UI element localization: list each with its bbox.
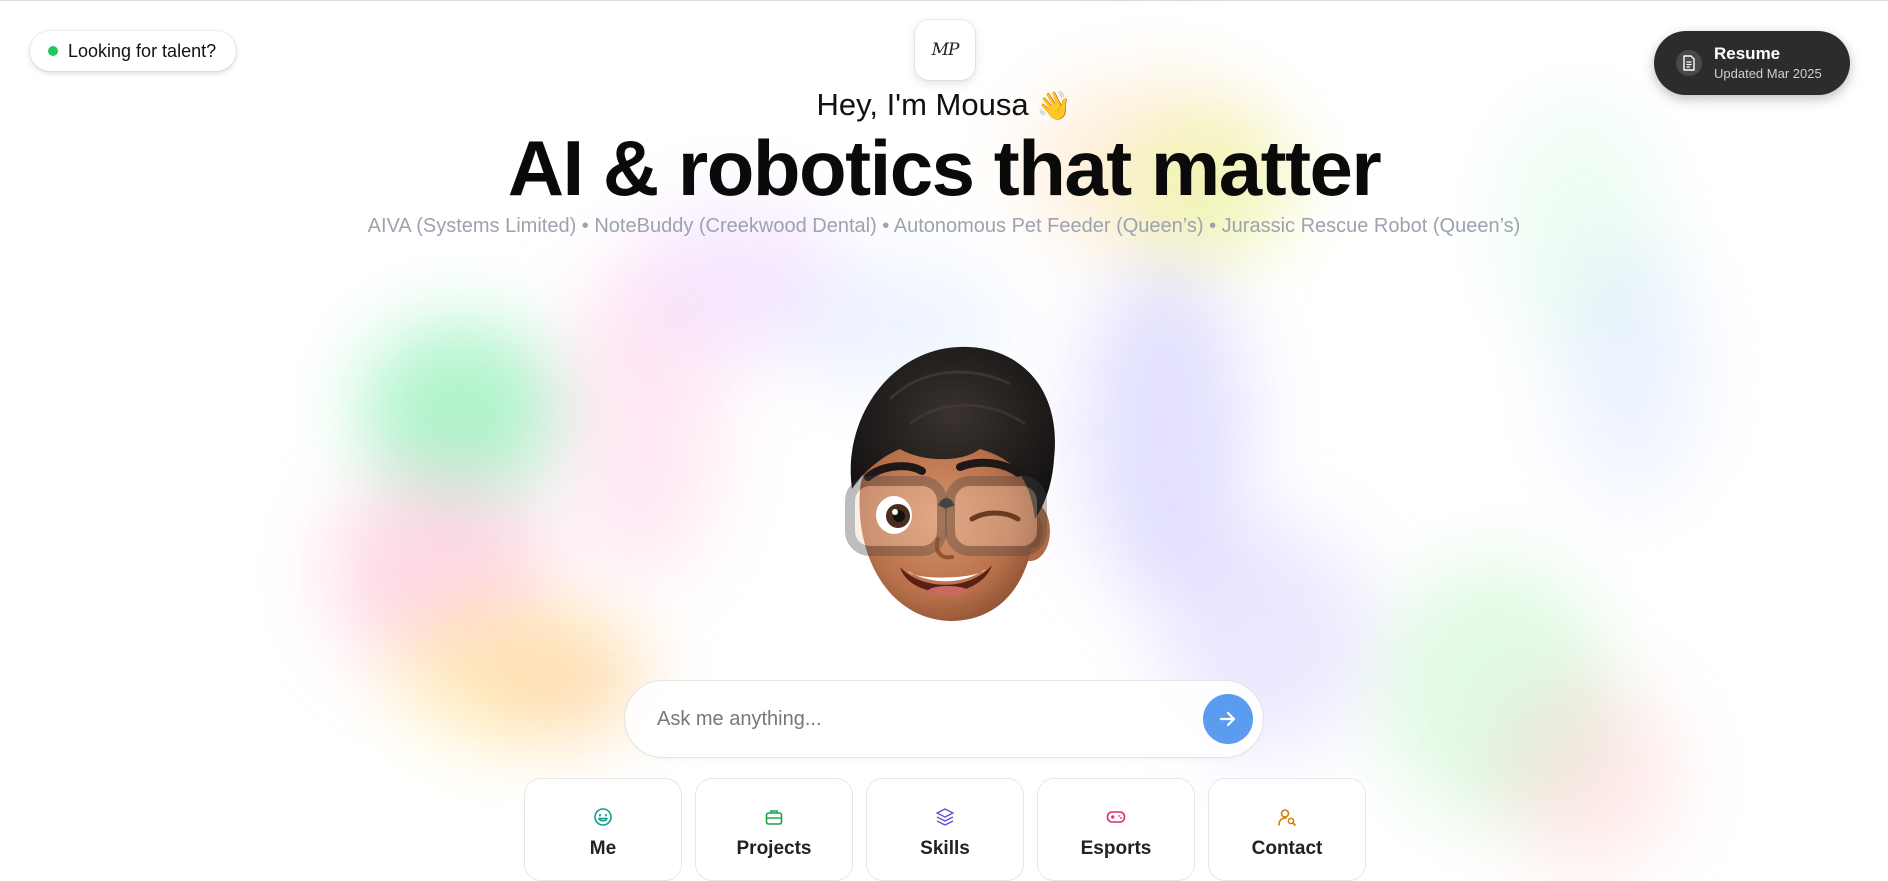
layers-icon xyxy=(934,806,956,828)
greeting: Hey, I'm Mousa 👋 xyxy=(0,87,1888,123)
logo[interactable]: MP xyxy=(915,20,975,80)
nav-label-projects: Projects xyxy=(736,837,812,859)
ask-bar xyxy=(625,681,1263,757)
nav-card-skills[interactable]: Skills xyxy=(867,779,1023,880)
arrow-right-icon xyxy=(1219,711,1236,727)
logo-monogram: MP xyxy=(931,40,960,60)
document-icon xyxy=(1676,50,1702,76)
greeting-text: Hey, I'm Mousa xyxy=(816,87,1029,122)
nav-label-contact: Contact xyxy=(1251,837,1323,859)
talent-label: Looking for talent? xyxy=(68,40,217,61)
resume-updated-date: Updated Mar 2025 xyxy=(1714,65,1822,81)
user-search-icon xyxy=(1276,806,1298,828)
nav-card-esports[interactable]: Esports xyxy=(1038,779,1194,880)
nav-card-me[interactable]: Me xyxy=(525,779,681,880)
nav-label-esports: Esports xyxy=(1080,837,1152,859)
waving-hand-icon: 👋 xyxy=(1036,89,1072,122)
nav-label-me: Me xyxy=(589,837,617,859)
resume-title: Resume xyxy=(1714,44,1781,63)
nav-card-projects[interactable]: Projects xyxy=(696,779,852,880)
projects-subtitle: AIVA (Systems Limited) • NoteBuddy (Cree… xyxy=(367,215,1521,237)
portfolio-page: Looking for talent? MP Resume Updated Ma… xyxy=(0,0,1888,881)
nav-card-contact[interactable]: Contact xyxy=(1209,779,1365,880)
nav-cards: Me Projects Skills Esports Contact xyxy=(525,779,1365,880)
gamepad-icon xyxy=(1105,806,1127,828)
nav-label-skills: Skills xyxy=(920,837,970,859)
memoji-avatar xyxy=(830,339,1070,629)
briefcase-icon xyxy=(763,806,785,828)
status-dot-icon xyxy=(48,46,58,56)
smile-icon xyxy=(592,806,614,828)
looking-for-talent-button[interactable]: Looking for talent? xyxy=(30,31,237,71)
resume-button[interactable]: Resume Updated Mar 2025 xyxy=(1654,31,1850,95)
send-button[interactable] xyxy=(1203,694,1253,744)
ask-input[interactable] xyxy=(655,706,1203,732)
page-title: AI & robotics that matter xyxy=(507,124,1382,212)
